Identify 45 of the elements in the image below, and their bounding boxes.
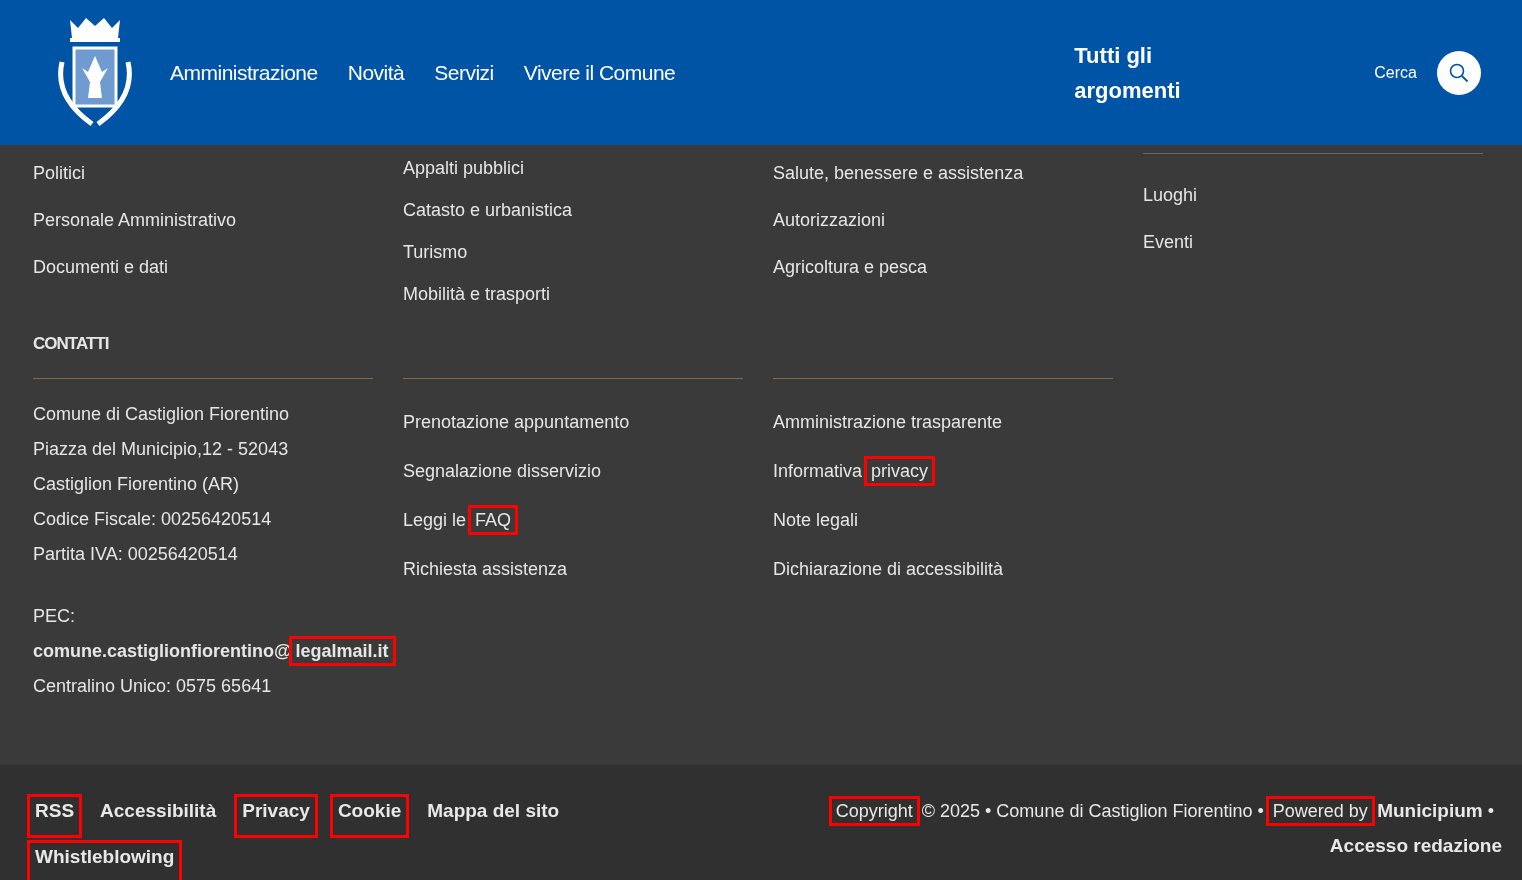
footer-link[interactable]: Segnalazione disservizio	[403, 458, 602, 485]
search-icon	[1449, 62, 1469, 83]
footer-link[interactable]: Accessibilità	[95, 797, 222, 835]
footer-link[interactable]: Leggi le FAQ	[403, 507, 516, 534]
nav-link[interactable]: Novità	[347, 56, 405, 89]
search-label[interactable]: Cerca	[1374, 60, 1417, 85]
contact-line: Comune di Castiglion Fiorentino	[33, 403, 291, 426]
contact-line: Piazza del Municipio,12 - 52043	[33, 438, 290, 461]
footer-nav-link[interactable]: Appalti pubblici	[403, 155, 525, 182]
topics-link[interactable]: Tutti gli argomenti	[1074, 37, 1225, 108]
pec-email-link[interactable]: comune.castiglionfiorentino@ legalmail.it	[33, 638, 393, 665]
footer-link[interactable]: Informativa privacy	[773, 458, 933, 485]
editor-login-link[interactable]: Accesso redazione	[1329, 831, 1502, 860]
phone-number: Centralino Unico: 0575 65641	[33, 675, 273, 698]
footer-link[interactable]: Privacy	[237, 797, 315, 835]
footer-link[interactable]: Amministrazione trasparente	[773, 409, 1003, 436]
nav-link[interactable]: Vivere il Comune	[523, 56, 676, 89]
contact-line: Castiglion Fiorentino (AR)	[33, 473, 241, 496]
footer-nav-link[interactable]: Eventi	[1143, 229, 1194, 256]
footer-link[interactable]: Dichiarazione di accessibilità	[773, 556, 1004, 583]
footer-nav-link[interactable]: Autorizzazioni	[773, 207, 886, 234]
footer-link[interactable]: Note legali	[773, 507, 859, 534]
footer-nav-link[interactable]: Politici	[33, 160, 85, 187]
copyright-text: Copyright © 2025 • Comune di Castiglion Fiorentino • Powered by Municipium •	[831, 797, 1494, 826]
contact-line: Codice Fiscale: 00256420514	[33, 508, 273, 531]
nav-link[interactable]: Servizi	[434, 56, 494, 89]
footer-nav-link[interactable]: Agricoltura e pesca	[773, 254, 928, 281]
footer-nav-link[interactable]: Turismo	[403, 239, 468, 266]
contact-line: Partita IVA: 00256420514	[33, 543, 239, 566]
contacts-heading: CONTATTI	[33, 333, 110, 355]
footer-nav-link[interactable]: Documenti e dati	[33, 254, 169, 281]
footer-nav-link[interactable]: Personale Amministrativo	[33, 207, 237, 234]
pec-label: PEC:	[33, 605, 76, 628]
footer-nav-link[interactable]: Salute, benessere e assistenza	[773, 160, 1024, 187]
nav-link[interactable]: Amministrazione	[170, 56, 318, 89]
footer-link[interactable]: RSS	[30, 797, 80, 835]
footer-nav-link[interactable]: Catasto e urbanistica	[403, 197, 573, 224]
footer-nav-link[interactable]: Luoghi	[1143, 182, 1198, 209]
footer-link[interactable]: Mappa del sito	[422, 797, 565, 835]
search-button[interactable]	[1437, 50, 1481, 95]
footer-link[interactable]: Prenotazione appuntamento	[403, 409, 630, 436]
footer-link[interactable]: Cookie	[332, 797, 407, 835]
footer-link[interactable]: Whistleblowing	[30, 842, 180, 880]
footer-nav-link[interactable]: Mobilità e trasporti	[403, 281, 551, 308]
footer-link[interactable]: Richiesta assistenza	[403, 556, 568, 583]
